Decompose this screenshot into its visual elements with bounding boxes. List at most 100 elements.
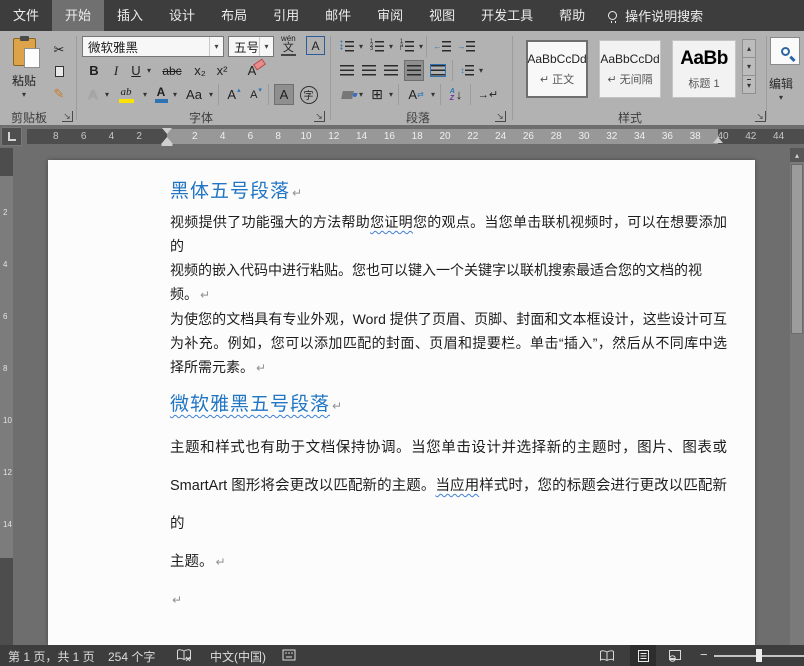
line-spacing-button[interactable]: ↕ xyxy=(458,60,476,81)
vertical-ruler[interactable]: 2468101214 xyxy=(0,148,13,645)
vertical-scrollbar[interactable]: ▴ xyxy=(790,148,804,645)
line-spacing-dropdown[interactable]: ▾ xyxy=(476,60,486,81)
editing-dropdown[interactable]: ▾ xyxy=(779,93,783,102)
show-marks-button[interactable]: →↵ xyxy=(476,84,500,105)
change-case-dropdown[interactable]: ▾ xyxy=(206,84,216,105)
grow-font-button[interactable]: A▴ xyxy=(224,84,244,105)
paste-button[interactable]: 粘贴 ▾ xyxy=(4,35,44,107)
asian-layout-button[interactable]: A⇄ xyxy=(404,84,428,105)
copy-button[interactable] xyxy=(48,61,70,82)
menu-tab-邮件[interactable]: 邮件 xyxy=(312,0,364,31)
gallery-scroll-up[interactable]: ▴ xyxy=(742,39,756,58)
menu-tab-开始[interactable]: 开始 xyxy=(52,0,104,31)
first-line-indent-marker[interactable] xyxy=(162,128,172,134)
paragraph-block-2[interactable]: 主题和样式也有助于文档保持协调。当您单击设计并选择新的主题时，图片、图表或Sma… xyxy=(170,429,727,619)
horizontal-ruler[interactable]: 8642246810121416182022242628303234363840… xyxy=(0,125,804,148)
document-page[interactable]: 黑体五号段落↵ 视频提供了功能强大的方法帮助您证明您的观点。当您单击联机视频时，… xyxy=(48,160,755,645)
font-color-dropdown[interactable]: ▾ xyxy=(170,84,180,105)
character-shading-button[interactable]: A xyxy=(274,84,294,105)
subscript-button[interactable]: x₂ xyxy=(190,60,210,81)
menu-tab-视图[interactable]: 视图 xyxy=(416,0,468,31)
shading-dropdown[interactable]: ▾ xyxy=(356,84,366,105)
scrollbar-thumb[interactable] xyxy=(791,164,803,334)
zoom-slider-handle[interactable] xyxy=(756,649,762,662)
change-case-button[interactable]: Aa xyxy=(182,84,206,105)
menu-tab-审阅[interactable]: 审阅 xyxy=(364,0,416,31)
asian-layout-dropdown[interactable]: ▾ xyxy=(428,84,438,105)
language-status[interactable]: 中文(中国) xyxy=(210,648,266,665)
tell-me[interactable]: 操作说明搜索 xyxy=(608,6,703,25)
menu-tab-布局[interactable]: 布局 xyxy=(208,0,260,31)
read-mode-button[interactable] xyxy=(594,645,620,666)
sort-button[interactable]: AZ↓ xyxy=(446,84,466,105)
doc-line[interactable]: 为使您的文档具有专业外观，Word 提供了页眉、页脚、封面和文本框设计，这些设计… xyxy=(170,307,727,331)
text-effects-button[interactable]: A xyxy=(84,84,102,105)
align-left-button[interactable] xyxy=(338,60,356,81)
multilevel-list-button[interactable]: 1ai xyxy=(398,36,416,57)
gallery-more-button[interactable]: ▾ xyxy=(742,75,756,94)
doc-line[interactable]: 主题和样式也有助于文档保持协调。当您单击设计并选择新的主题时，图片、图表或 xyxy=(170,429,727,467)
page-info[interactable]: 第 1 页，共 1 页 xyxy=(8,648,95,665)
strikethrough-button[interactable]: abc xyxy=(158,60,186,81)
menu-tab-文件[interactable]: 文件 xyxy=(0,0,52,31)
format-painter-button[interactable]: ✎ xyxy=(48,83,70,104)
tab-selector[interactable] xyxy=(1,127,22,146)
right-indent-marker[interactable] xyxy=(713,137,723,143)
search-button[interactable] xyxy=(770,37,800,65)
scroll-up-arrow[interactable]: ▴ xyxy=(790,148,804,162)
doc-line[interactable]: 视频的嵌入代码中进行粘贴。您也可以键入一个关键字以联机搜索最适合您的文档的视频。… xyxy=(170,258,727,307)
bold-button[interactable]: B xyxy=(84,60,104,81)
clipboard-dialog-launcher[interactable]: ↘ xyxy=(62,111,73,122)
align-right-button[interactable] xyxy=(382,60,400,81)
doc-line[interactable]: ↵ xyxy=(170,581,727,619)
font-dialog-launcher[interactable]: ↘ xyxy=(314,111,325,122)
font-color-button[interactable]: A xyxy=(152,84,170,105)
style-card-正文[interactable]: AaBbCcDd↵ 正文 xyxy=(526,40,588,98)
style-card-标题 1[interactable]: AaBb标题 1 xyxy=(672,40,736,98)
borders-dropdown[interactable]: ▾ xyxy=(386,84,396,105)
doc-line[interactable]: 为补充。例如，您可以添加匹配的封面、页眉和提要栏。单击“插入”，然后从不同库中选 xyxy=(170,331,727,355)
zoom-out-button[interactable]: − xyxy=(700,647,708,662)
web-layout-button[interactable] xyxy=(662,645,688,666)
justify-button[interactable] xyxy=(404,60,424,81)
word-count[interactable]: 254 个字 xyxy=(108,648,155,665)
menu-tab-插入[interactable]: 插入 xyxy=(104,0,156,31)
borders-button[interactable]: ⊞ xyxy=(368,84,386,105)
paragraph-dialog-launcher[interactable]: ↘ xyxy=(495,111,506,122)
menu-tab-设计[interactable]: 设计 xyxy=(156,0,208,31)
phonetic-guide-button[interactable]: wén 文 xyxy=(281,35,296,56)
styles-dialog-launcher[interactable]: ↘ xyxy=(755,111,766,122)
editing-label[interactable]: 编辑 xyxy=(769,75,804,92)
character-border-button[interactable]: A xyxy=(306,36,325,55)
font-size-combo[interactable]: 五号 ▾ xyxy=(228,36,274,57)
cut-button[interactable]: ✂ xyxy=(48,39,70,60)
shrink-font-button[interactable]: A▾ xyxy=(246,84,266,105)
menu-tab-引用[interactable]: 引用 xyxy=(260,0,312,31)
document-heading-1[interactable]: 黑体五号段落↵ xyxy=(170,176,727,203)
bullets-button[interactable]: ••• xyxy=(338,36,356,57)
align-center-button[interactable] xyxy=(360,60,378,81)
left-indent-marker[interactable] xyxy=(162,143,173,146)
highlight-dropdown[interactable]: ▾ xyxy=(140,84,150,105)
print-layout-button[interactable] xyxy=(630,645,656,666)
style-card-无间隔[interactable]: AaBbCcDd↵ 无间隔 xyxy=(599,40,661,98)
ime-icon[interactable] xyxy=(282,649,296,661)
document-heading-2[interactable]: 微软雅黑五号段落↵ xyxy=(170,389,727,416)
menu-tab-开发工具[interactable]: 开发工具 xyxy=(468,0,546,31)
doc-line[interactable]: SmartArt 图形将会更改以匹配新的主题。当应用样式时，您的标题会进行更改以… xyxy=(170,467,727,543)
decrease-indent-button[interactable]: ← xyxy=(432,36,452,57)
menu-tab-帮助[interactable]: 帮助 xyxy=(546,0,598,31)
superscript-button[interactable]: x² xyxy=(212,60,232,81)
enclose-characters-button[interactable]: 字 xyxy=(298,84,319,105)
clear-formatting-button[interactable]: A xyxy=(240,60,264,81)
text-effects-dropdown[interactable]: ▾ xyxy=(102,84,112,105)
numbering-button[interactable]: 123 xyxy=(368,36,386,57)
underline-button[interactable]: U xyxy=(128,60,144,81)
document-content[interactable]: 黑体五号段落↵ 视频提供了功能强大的方法帮助您证明您的观点。当您单击联机视频时，… xyxy=(170,176,727,619)
doc-line[interactable]: 择所需元素。↵ xyxy=(170,355,727,380)
proofing-icon[interactable] xyxy=(176,649,192,662)
gallery-scroll-down[interactable]: ▾ xyxy=(742,57,756,76)
paragraph-block-1[interactable]: 视频提供了功能强大的方法帮助您证明您的观点。当您单击联机视频时，可以在想要添加的… xyxy=(170,210,727,380)
doc-line[interactable]: 视频提供了功能强大的方法帮助您证明您的观点。当您单击联机视频时，可以在想要添加的 xyxy=(170,210,727,258)
highlight-color-button[interactable]: ab xyxy=(114,84,138,105)
